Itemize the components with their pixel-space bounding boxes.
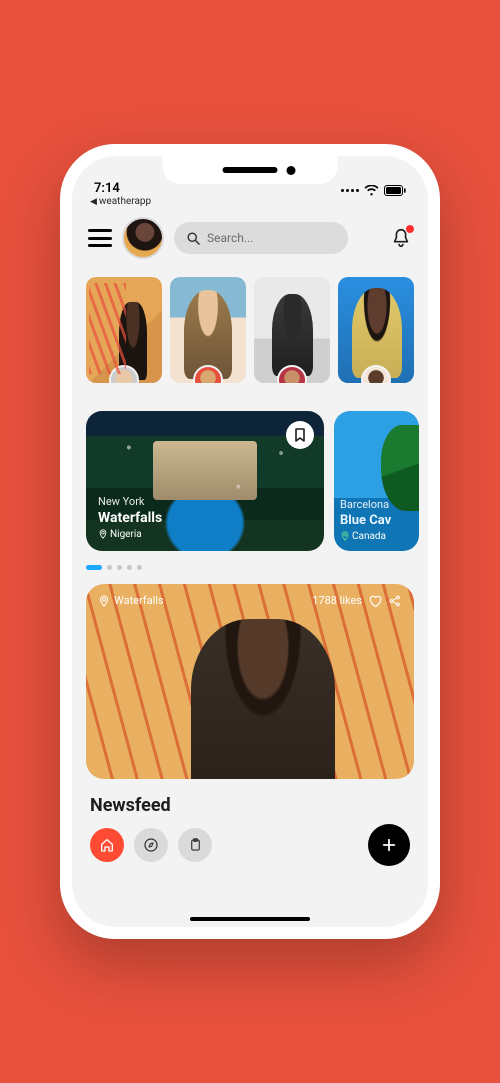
story-avatar (361, 365, 391, 383)
story-item[interactable] (170, 277, 246, 383)
top-bar: Search... (72, 207, 428, 269)
bookmark-icon (294, 428, 306, 442)
carousel-dot[interactable] (117, 565, 122, 570)
search-icon (186, 231, 201, 246)
battery-icon (384, 185, 406, 196)
carousel-dot[interactable] (107, 565, 112, 570)
feed-card[interactable]: Waterfalls 1788 likes (86, 584, 414, 779)
pin-icon (98, 595, 110, 607)
phone-frame: 7:14 weatherapp Search... (60, 144, 440, 939)
wifi-icon (364, 185, 379, 196)
pin-icon (98, 529, 108, 539)
nav-clipboard-button[interactable] (178, 828, 212, 862)
home-indicator[interactable] (190, 917, 310, 921)
add-button[interactable] (368, 824, 410, 866)
pin-icon (340, 531, 350, 541)
notification-badge (406, 225, 414, 233)
status-time: 7:14 (94, 181, 120, 196)
notch (163, 156, 338, 184)
feed-location: Waterfalls (114, 594, 164, 607)
destination-card[interactable]: Barcelona Blue Cav Canada (334, 411, 419, 551)
newsfeed-title: Newsfeed (72, 779, 428, 824)
search-placeholder: Search... (207, 231, 253, 245)
story-item[interactable] (86, 277, 162, 383)
clipboard-icon (188, 837, 203, 853)
user-avatar[interactable] (122, 217, 164, 259)
destination-city: Barcelona (340, 498, 391, 512)
story-avatar (277, 365, 307, 383)
bookmark-button[interactable] (286, 421, 314, 449)
story-item[interactable] (254, 277, 330, 383)
story-item[interactable] (338, 277, 414, 383)
compass-icon (143, 837, 159, 853)
carousel-dots (72, 551, 428, 570)
back-to-app[interactable]: weatherapp (72, 196, 428, 207)
feed-likes-text: 1788 likes (312, 594, 362, 607)
bottom-nav (72, 824, 428, 866)
search-input[interactable]: Search... (174, 222, 348, 254)
carousel-dot-active[interactable] (86, 565, 102, 570)
destination-city: New York (98, 495, 162, 509)
story-avatar (193, 365, 223, 383)
share-icon[interactable] (388, 594, 402, 608)
notifications-button[interactable] (390, 227, 412, 249)
nav-home-button[interactable] (90, 828, 124, 862)
destination-text: New York Waterfalls Nigeria (98, 495, 162, 540)
destination-country: Canada (340, 530, 391, 543)
destinations-row: New York Waterfalls Nigeria Barcelona Bl… (72, 383, 428, 551)
plus-icon (380, 836, 398, 854)
destination-card[interactable]: New York Waterfalls Nigeria (86, 411, 324, 551)
screen: 7:14 weatherapp Search... (72, 156, 428, 927)
nav-explore-button[interactable] (134, 828, 168, 862)
home-icon (99, 837, 115, 853)
stories-row (72, 269, 428, 383)
status-right (341, 185, 406, 196)
destination-name: Blue Cav (340, 513, 391, 530)
destination-text: Barcelona Blue Cav Canada (340, 498, 391, 542)
carousel-dot[interactable] (127, 565, 132, 570)
destination-name: Waterfalls (98, 509, 162, 527)
feed-likes: 1788 likes (312, 594, 402, 608)
menu-button[interactable] (88, 229, 112, 247)
cellular-icon (341, 189, 359, 192)
destination-country: Nigeria (98, 528, 162, 541)
heart-icon[interactable] (368, 594, 382, 608)
feed-card-header: Waterfalls 1788 likes (98, 594, 402, 608)
story-avatar (109, 365, 139, 383)
carousel-dot[interactable] (137, 565, 142, 570)
